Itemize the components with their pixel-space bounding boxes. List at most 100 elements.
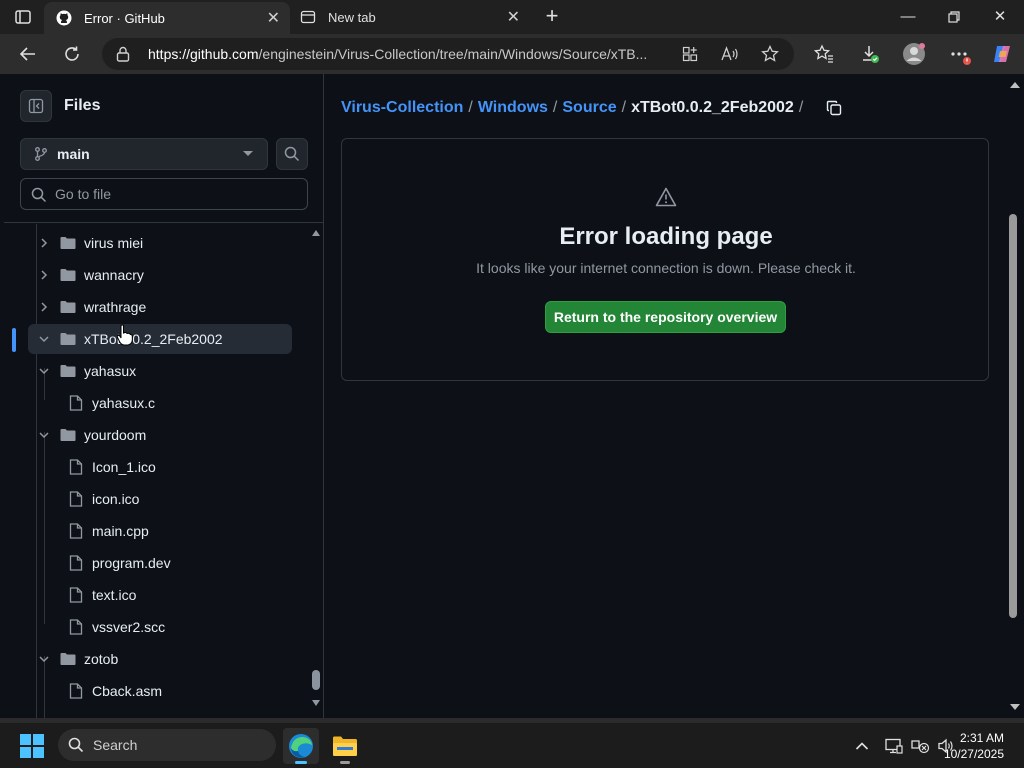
close-tab-icon[interactable]: ✕ <box>267 8 280 28</box>
scroll-up-arrow-icon[interactable] <box>1010 82 1020 88</box>
lock-icon[interactable] <box>116 46 130 67</box>
branch-selector-button[interactable]: main <box>20 138 268 170</box>
file-icon <box>68 587 84 603</box>
back-arrow-icon[interactable] <box>16 42 40 66</box>
edge-browser-icon <box>289 734 313 758</box>
file-tree-scrollbar[interactable] <box>310 226 322 716</box>
tree-item-yahasux-c[interactable]: yahasux.c <box>68 388 292 418</box>
search-icon <box>68 737 84 753</box>
tree-item-vssver2-scc[interactable]: vssver2.scc <box>68 612 292 642</box>
chevron-right-icon[interactable] <box>36 299 52 315</box>
downloads-icon[interactable] <box>858 42 882 66</box>
chevron-right-icon[interactable] <box>36 267 52 283</box>
tree-item-xtbot[interactable]: xTBot0.0.2_2Feb2002 <box>28 324 292 354</box>
sidebar-collapse-icon <box>28 98 44 114</box>
folder-icon <box>60 235 76 251</box>
breadcrumb-source-link[interactable]: Source <box>562 99 616 117</box>
windows-start-icon[interactable] <box>20 734 44 758</box>
restore-icon[interactable] <box>934 4 974 30</box>
chevron-up-icon[interactable] <box>852 736 872 756</box>
tree-item-virus-miei[interactable]: virus miei <box>36 228 292 258</box>
favorites-icon[interactable] <box>812 42 836 66</box>
tree-item-label: Icon_1.ico <box>92 459 156 475</box>
close-tab-icon[interactable]: ✕ <box>507 7 520 27</box>
scrollbar-thumb[interactable] <box>1009 214 1017 618</box>
tree-item-text-ico[interactable]: text.ico <box>68 580 292 610</box>
scroll-down-arrow-icon[interactable] <box>312 700 320 706</box>
tab-actions-icon[interactable] <box>14 8 32 26</box>
tree-item-icon-1-ico[interactable]: Icon_1.ico <box>68 452 292 482</box>
network-disconnected-icon[interactable] <box>910 736 930 756</box>
minimize-icon[interactable]: — <box>888 4 928 30</box>
breadcrumb-separator: / <box>552 99 558 116</box>
scroll-up-arrow-icon[interactable] <box>312 230 320 236</box>
url-path: /enginestein/Virus-Collection/tree/main/… <box>258 46 648 62</box>
tree-item-label: main.cpp <box>92 523 149 539</box>
scrollbar-thumb[interactable] <box>312 670 320 690</box>
url-text[interactable]: https://github.com/enginestein/Virus-Col… <box>148 46 678 62</box>
file-tree: virus miei wannacry wrathrage xTBot0.0.2… <box>4 224 308 718</box>
taskbar-clock[interactable]: 2:31 AM 10/27/2025 <box>944 730 1004 762</box>
tree-item-zotob[interactable]: zotob <box>36 644 292 674</box>
folder-open-icon <box>60 427 76 443</box>
tree-item-icon-ico[interactable]: icon.ico <box>68 484 292 514</box>
sidebar-title: Files <box>64 97 101 114</box>
chevron-down-icon[interactable] <box>36 651 52 667</box>
breadcrumb-windows-link[interactable]: Windows <box>478 99 548 117</box>
read-aloud-icon[interactable] <box>720 44 740 64</box>
page-scrollbar[interactable] <box>1005 74 1024 718</box>
tab-new-tab[interactable]: New tab ✕ <box>290 0 530 34</box>
breadcrumb: Virus-Collection / Windows / Source / xT… <box>341 98 844 118</box>
tree-item-cback-asm[interactable]: Cback.asm <box>68 676 292 706</box>
tree-item-main-cpp[interactable]: main.cpp <box>68 516 292 546</box>
taskbar-file-explorer-app[interactable] <box>327 728 363 764</box>
file-icon <box>68 491 84 507</box>
tree-item-label: Cback.asm <box>92 683 163 699</box>
chevron-down-icon[interactable] <box>36 427 52 443</box>
tree-item-yahasux[interactable]: yahasux <box>36 356 292 386</box>
browser-toolbar: https://github.com/enginestein/Virus-Col… <box>0 34 1024 74</box>
new-tab-button[interactable]: + <box>540 5 564 29</box>
chevron-down-icon[interactable] <box>36 363 52 379</box>
copy-path-button[interactable] <box>824 98 844 118</box>
tree-item-program-dev[interactable]: program.dev <box>68 548 292 578</box>
app-available-icon[interactable] <box>680 44 700 64</box>
address-bar[interactable]: https://github.com/enginestein/Virus-Col… <box>102 38 794 70</box>
file-icon <box>68 395 84 411</box>
tree-item-label: yahasux.c <box>92 395 156 411</box>
tree-item-label: vssver2.scc <box>92 619 166 635</box>
clock-time: 2:31 AM <box>959 731 1004 745</box>
refresh-icon[interactable] <box>60 42 84 66</box>
tree-item-label: program.dev <box>92 555 171 571</box>
favorite-star-icon[interactable] <box>760 44 780 64</box>
chevron-down-icon[interactable] <box>36 331 52 347</box>
error-message: It looks like your internet connection i… <box>476 260 856 276</box>
breadcrumb-separator: / <box>468 99 473 116</box>
browser-tab-bar: Error · GitHub ✕ New tab ✕ + — ✕ <box>0 0 1024 34</box>
folder-icon <box>333 736 357 756</box>
return-to-repo-button[interactable]: Return to the repository overview <box>545 301 786 333</box>
tree-item-wrathrage[interactable]: wrathrage <box>36 292 292 322</box>
more-options-icon[interactable] <box>948 42 972 66</box>
scroll-down-arrow-icon[interactable] <box>1010 704 1020 710</box>
tree-item-wannacry[interactable]: wannacry <box>36 260 292 290</box>
chevron-right-icon[interactable] <box>36 235 52 251</box>
copilot-icon[interactable] <box>990 42 1014 66</box>
tree-item-yourdoom[interactable]: yourdoom <box>36 420 292 450</box>
breadcrumb-repo-link[interactable]: Virus-Collection <box>341 99 463 117</box>
collapse-sidebar-button[interactable] <box>20 90 52 122</box>
windows-taskbar: Search 2:31 AM 10/27/2025 <box>0 722 1024 768</box>
tab-github-error[interactable]: Error · GitHub ✕ <box>44 2 290 34</box>
taskbar-search-box[interactable]: Search <box>58 729 276 761</box>
file-icon <box>68 555 84 571</box>
go-to-file-input[interactable]: Go to file <box>20 178 308 210</box>
profile-avatar-icon[interactable] <box>902 42 926 66</box>
file-icon <box>68 619 84 635</box>
tab-title: New tab <box>328 9 376 25</box>
display-icon[interactable] <box>884 736 904 756</box>
close-window-icon[interactable]: ✕ <box>980 4 1020 30</box>
search-icon <box>284 146 300 162</box>
search-files-button[interactable] <box>276 138 308 170</box>
tab-title: Error · GitHub <box>84 10 165 26</box>
taskbar-edge-app[interactable] <box>283 728 319 764</box>
